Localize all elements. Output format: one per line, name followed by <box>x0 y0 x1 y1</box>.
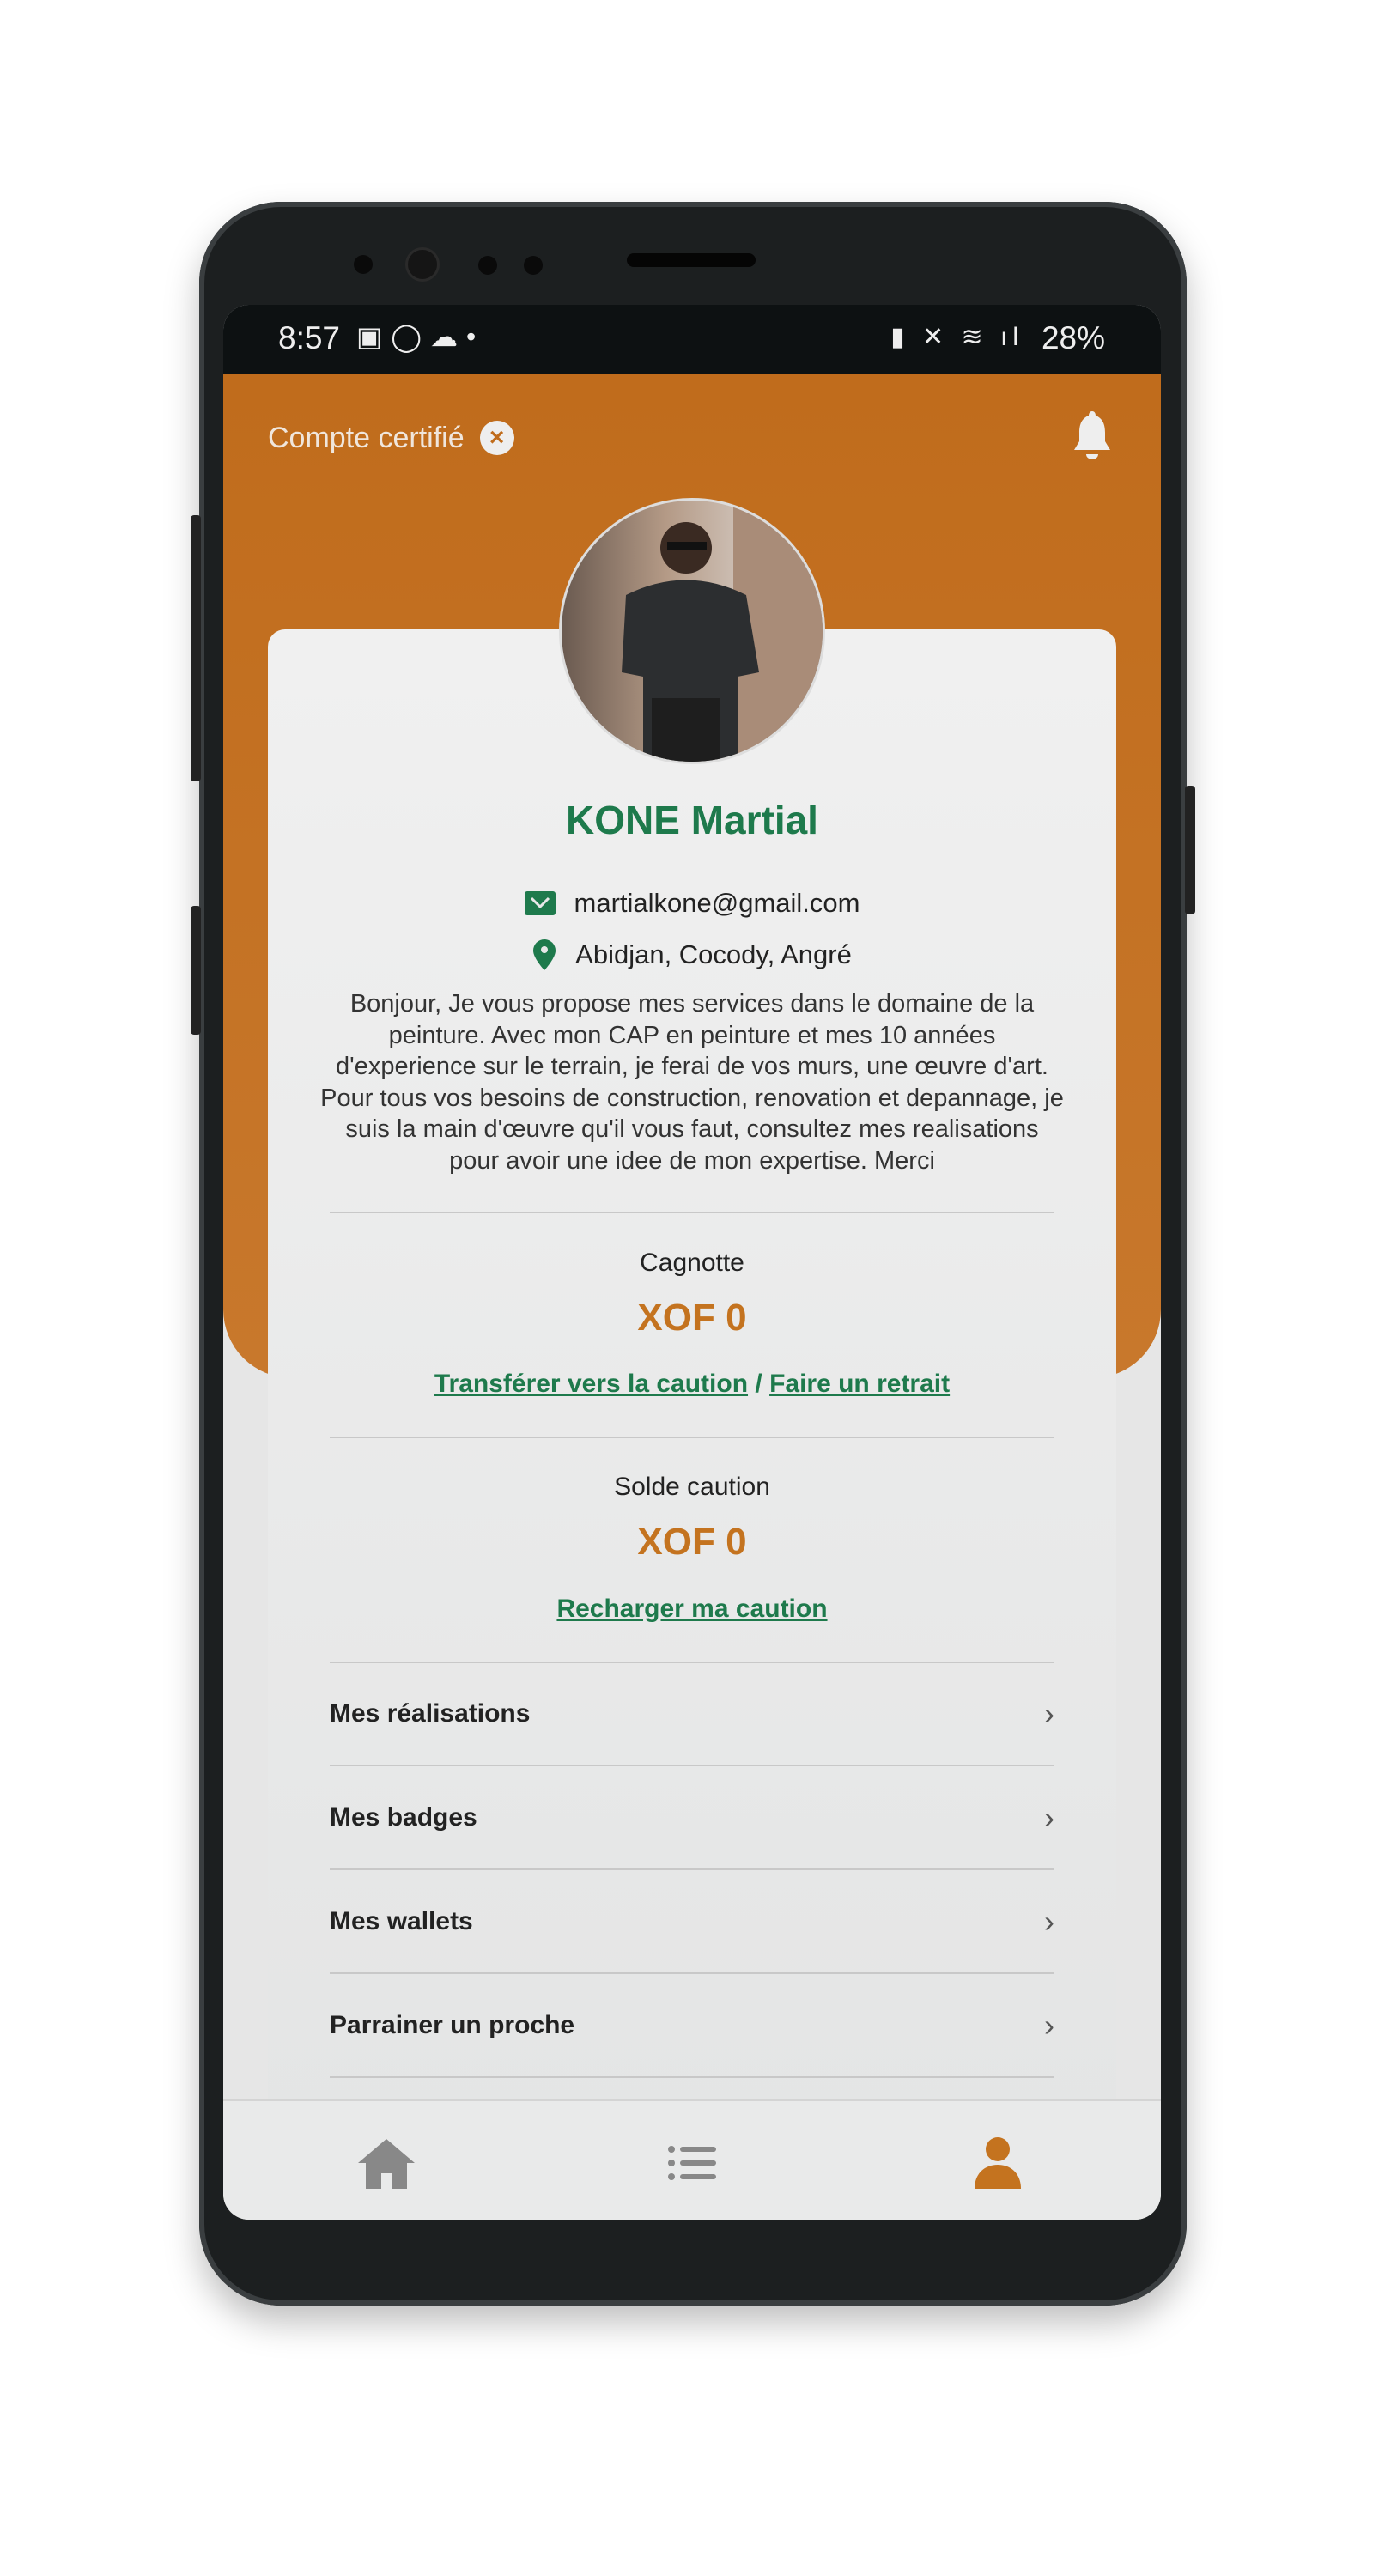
profile-card: KONE Martial martialkone@gmail.com Abidj… <box>268 629 1116 2220</box>
menu-item-label: Mes wallets <box>330 1906 473 1935</box>
bottom-nav <box>223 2099 1161 2220</box>
chevron-right-icon: › <box>1044 1799 1054 1835</box>
menu-item-label: Mes réalisations <box>330 1698 531 1728</box>
profile-name: KONE Martial <box>566 798 818 842</box>
x-circle-icon: × <box>479 421 514 455</box>
system-icons: ▮ ✕ ≋ ıl <box>890 323 1024 351</box>
power-button <box>1185 786 1195 914</box>
withdraw-link[interactable]: Faire un retrait <box>769 1370 950 1398</box>
link-separator: / <box>755 1370 762 1398</box>
menu-item-label: Mes badges <box>330 1802 477 1832</box>
cagnotte-label: Cagnotte <box>640 1249 744 1277</box>
recharge-caution-link[interactable]: Recharger ma caution <box>556 1595 827 1623</box>
battery-level: 28% <box>1041 320 1105 355</box>
email-row: martialkone@gmail.com <box>268 888 1116 919</box>
front-camera <box>405 247 440 282</box>
sensor <box>524 256 543 275</box>
avatar[interactable] <box>559 498 825 764</box>
avatar-photo <box>622 501 823 762</box>
caution-actions: Recharger ma caution <box>268 1595 1116 1624</box>
list-icon[interactable] <box>663 2136 723 2190</box>
caution-label: Solde caution <box>614 1473 770 1501</box>
bell-icon[interactable] <box>1071 410 1114 461</box>
transfer-to-caution-link[interactable]: Transférer vers la caution <box>434 1370 748 1398</box>
caution-amount: XOF 0 <box>637 1521 747 1563</box>
profile-email: martialkone@gmail.com <box>574 888 860 918</box>
menu-item-badges[interactable]: Mes badges › <box>330 1766 1054 1870</box>
certified-status[interactable]: Compte certifié × <box>268 421 514 455</box>
user-icon[interactable] <box>968 2136 1028 2190</box>
sensor <box>354 255 373 274</box>
earpiece <box>627 253 756 267</box>
menu-item-realisations[interactable]: Mes réalisations › <box>330 1662 1054 1766</box>
status-time: 8:57 <box>278 320 341 355</box>
cagnotte-amount: XOF 0 <box>637 1297 747 1339</box>
certified-label: Compte certifié <box>268 421 465 454</box>
status-bar: 8:57 ▣◯☁• ▮ ✕ ≋ ıl 28% <box>223 305 1161 374</box>
profile-location: Abidjan, Cocody, Angré <box>575 939 852 969</box>
divider <box>330 1212 1054 1213</box>
notification-icons: ▣◯☁• <box>356 321 485 352</box>
screen: 8:57 ▣◯☁• ▮ ✕ ≋ ıl 28% Compte certifié ×… <box>223 305 1161 2220</box>
divider <box>330 1437 1054 1438</box>
volume-button <box>191 515 201 781</box>
mail-icon <box>524 891 556 915</box>
menu-item-parrainer[interactable]: Parrainer un proche › <box>330 1974 1054 2078</box>
location-pin-icon <box>533 939 556 970</box>
bixby-button <box>191 906 201 1035</box>
profile-bio: Bonjour, Je vous propose mes services da… <box>320 990 1064 1175</box>
chevron-right-icon: › <box>1044 2007 1054 2043</box>
menu-item-label: Parrainer un proche <box>330 2010 575 2039</box>
chevron-right-icon: › <box>1044 1695 1054 1731</box>
cagnotte-actions: Transférer vers la caution / Faire un re… <box>268 1370 1116 1399</box>
menu-item-wallets[interactable]: Mes wallets › <box>330 1870 1054 1974</box>
sensor <box>478 256 497 275</box>
home-icon[interactable] <box>356 2136 416 2190</box>
location-row: Abidjan, Cocody, Angré <box>268 939 1116 970</box>
chevron-right-icon: › <box>1044 1903 1054 1939</box>
